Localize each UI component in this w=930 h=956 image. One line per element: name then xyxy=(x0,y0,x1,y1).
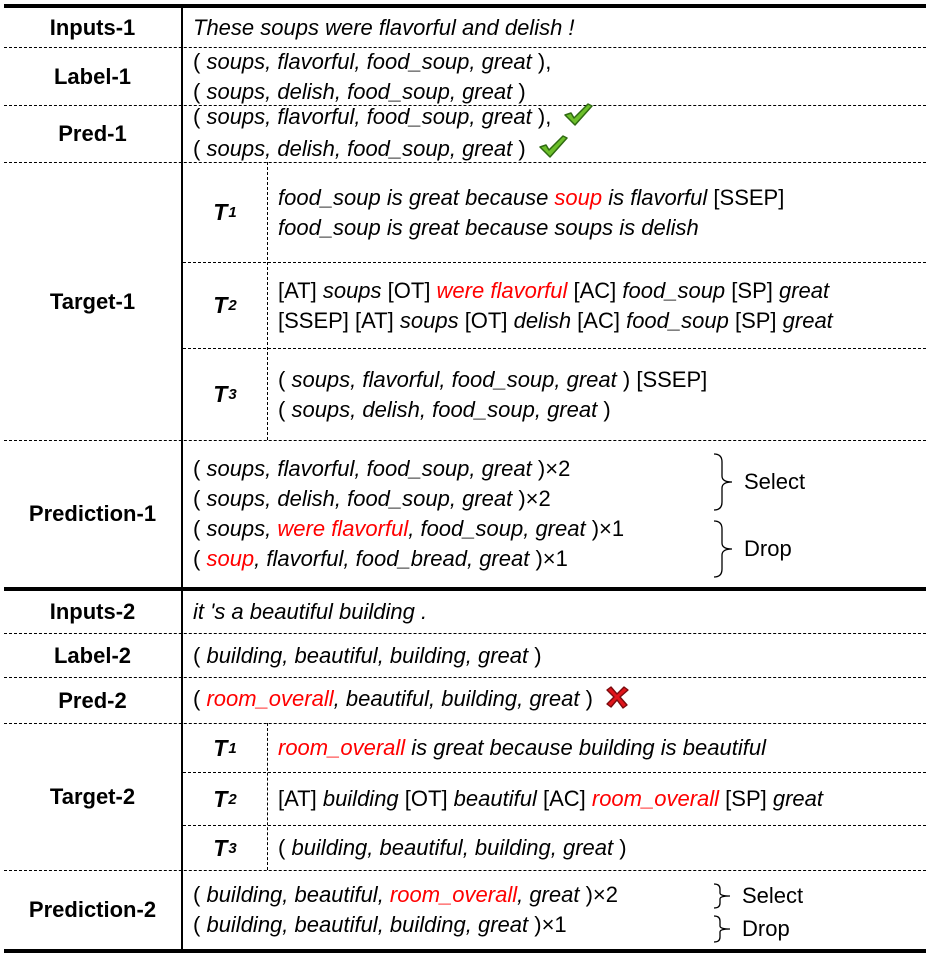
tuple-line: ( soups, delish, food_soup, great )×2 xyxy=(193,486,551,511)
subcolumn-divider xyxy=(267,162,268,440)
table-bottom-rule xyxy=(4,949,926,953)
cross-icon xyxy=(605,685,629,717)
tuple-line: ( soups, flavorful, food_soup, great ), xyxy=(193,48,552,74)
target-line: ( soups, flavorful, food_soup, great ) [… xyxy=(278,366,708,392)
target-line: [AT] soups [OT] were flavorful [AC] food… xyxy=(278,277,830,303)
select-label: Select xyxy=(744,469,806,494)
row-label-pred-2: Pred-2 xyxy=(58,687,127,713)
row-label-inputs-1: Inputs-1 xyxy=(49,14,136,40)
t1-label: T1 xyxy=(213,199,237,225)
tuple-line: ( soup, flavorful, food_bread, great )×1 xyxy=(193,546,568,571)
inputs-2-text: it 's a beautiful building . xyxy=(193,599,428,624)
tuple-line: ( building, beautiful, room_overall, gre… xyxy=(193,882,618,907)
row-label-target-1: Target-1 xyxy=(49,288,136,314)
drop-group-1: Drop xyxy=(712,519,792,579)
target-1-t1-text: food_soup is great because soup is flavo… xyxy=(278,163,784,262)
inputs-1-text: These soups were flavorful and delish ! xyxy=(193,14,575,40)
t3-label: T3 xyxy=(213,381,237,407)
check-icon xyxy=(538,134,568,166)
right-brace-icon xyxy=(713,453,733,511)
target-1-t2-text: [AT] soups [OT] were flavorful [AC] food… xyxy=(278,263,833,348)
row-label-inputs-2: Inputs-2 xyxy=(49,599,136,624)
tuple-line: ( soups, flavorful, food_soup, great )×2 xyxy=(193,456,571,481)
right-brace-icon xyxy=(713,915,731,943)
target-line: ( soups, delish, food_soup, great ) xyxy=(278,396,611,422)
tuple-line: ( soups, flavorful, food_soup, great ), xyxy=(193,102,594,134)
row-label-label-2: Label-2 xyxy=(53,642,132,668)
tuple-line: ( building, beautiful, building, great )… xyxy=(193,912,567,937)
drop-group-2: Drop xyxy=(712,914,790,944)
target-line: food_soup is great because soups is deli… xyxy=(278,214,699,240)
t1-label: T1 xyxy=(213,734,237,761)
row-label-target-2: Target-2 xyxy=(49,784,136,809)
select-group-2: Select xyxy=(712,882,803,910)
tuple-line: ( building, beautiful, building, great ) xyxy=(193,642,542,668)
t3-label: T3 xyxy=(213,834,237,861)
target-1-t3-text: ( soups, flavorful, food_soup, great ) [… xyxy=(278,349,707,440)
target-line: [SSEP] [AT] soups [OT] delish [AC] food_… xyxy=(278,307,833,333)
pred-1-tuples: ( soups, flavorful, food_soup, great ), … xyxy=(193,103,594,162)
t2-label: T2 xyxy=(213,785,237,812)
pred-2-tuple: ( room_overall, beautiful, building, gre… xyxy=(193,678,629,723)
tuple-line: ( soups, delish, food_soup, great ) xyxy=(193,134,593,166)
prediction-2-tuples: ( building, beautiful, room_overall, gre… xyxy=(193,871,618,949)
target-2-t3-text: ( building, beautiful, building, great ) xyxy=(278,826,627,870)
right-brace-icon xyxy=(713,520,733,578)
prediction-1-tuples: ( soups, flavorful, food_soup, great )×2… xyxy=(193,441,624,587)
target-line: ( building, beautiful, building, great ) xyxy=(278,835,627,860)
select-label: Select xyxy=(742,883,804,908)
row-label-prediction-2: Prediction-2 xyxy=(28,897,157,922)
target-line: food_soup is great because soup is flavo… xyxy=(278,184,785,210)
target-line: [AT] building [OT] beautiful [AC] room_o… xyxy=(278,786,823,811)
row-label-prediction-1: Prediction-1 xyxy=(28,501,157,526)
tuple-line: ( soups, were flavorful, food_soup, grea… xyxy=(193,516,625,541)
target-2-t2-text: [AT] building [OT] beautiful [AC] room_o… xyxy=(278,773,823,825)
right-brace-icon xyxy=(713,883,731,909)
select-group-1: Select xyxy=(712,452,805,512)
row-label-label-1: Label-1 xyxy=(53,63,132,89)
row-label-pred-1: Pred-1 xyxy=(58,121,127,146)
label-2-tuple: ( building, beautiful, building, great ) xyxy=(193,634,542,677)
check-icon xyxy=(563,102,594,134)
subcolumn-divider xyxy=(267,723,268,870)
target-2-t1-text: room_overall is great because building i… xyxy=(278,724,766,772)
t2-label: T2 xyxy=(213,292,237,318)
target-line: room_overall is great because building i… xyxy=(278,735,766,760)
drop-label: Drop xyxy=(744,536,792,561)
label-1-tuples: ( soups, flavorful, food_soup, great ), … xyxy=(193,48,551,105)
tuple-line: ( room_overall, beautiful, building, gre… xyxy=(193,684,629,716)
drop-label: Drop xyxy=(742,916,790,941)
